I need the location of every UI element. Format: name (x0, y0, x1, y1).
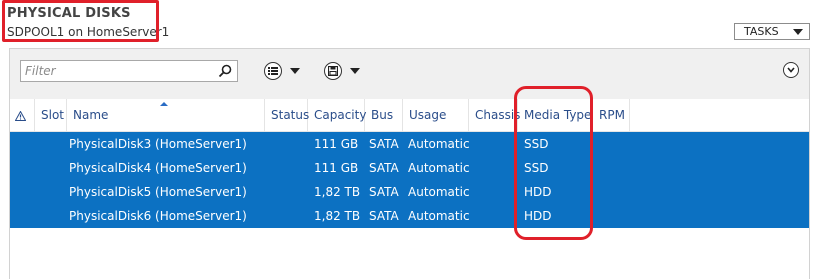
cell-bus: SATA (369, 185, 399, 199)
cell-usage: Automatic (408, 137, 470, 151)
col-media-type[interactable]: Media Type (518, 99, 593, 132)
col-capacity[interactable]: Capacity (308, 99, 366, 132)
cell-media-type: HDD (524, 185, 552, 199)
cell-name: PhysicalDisk3 (HomeServer1) (69, 137, 247, 151)
list-view-icon (264, 62, 282, 80)
cell-bus: SATA (369, 161, 399, 175)
cell-media-type: HDD (524, 209, 552, 223)
cell-usage: Automatic (408, 185, 470, 199)
cell-name: PhysicalDisk6 (HomeServer1) (69, 209, 247, 223)
expand-icon (787, 67, 795, 73)
tasks-button[interactable]: TASKS (734, 23, 810, 40)
save-icon (324, 62, 342, 80)
col-usage[interactable]: Usage (403, 99, 469, 132)
warning-icon (15, 111, 26, 121)
cell-bus: SATA (369, 137, 399, 151)
sort-ascending-icon (160, 102, 168, 106)
table-row[interactable]: PhysicalDisk3 (HomeServer1) 111 GB SATA … (10, 132, 809, 156)
table-row[interactable]: PhysicalDisk5 (HomeServer1) 1,82 TB SATA… (10, 180, 809, 204)
chevron-down-icon (290, 68, 300, 74)
cell-name: PhysicalDisk4 (HomeServer1) (69, 161, 247, 175)
disks-table: Slot Name Status Capacity Bus Usage Chas… (10, 99, 809, 280)
col-status[interactable]: Status (265, 99, 309, 132)
filter-input[interactable] (21, 61, 211, 81)
chevron-down-icon (350, 68, 360, 74)
cell-capacity: 111 GB (314, 161, 359, 175)
search-icon[interactable] (218, 64, 232, 78)
physical-disks-panel: Slot Name Status Capacity Bus Usage Chas… (9, 48, 810, 280)
header: PHYSICAL DISKS SDPOOL1 on HomeServer1 TA… (0, 0, 818, 48)
page-title: PHYSICAL DISKS (7, 6, 131, 21)
cell-usage: Automatic (408, 209, 470, 223)
cell-usage: Automatic (408, 161, 470, 175)
col-warning[interactable] (10, 99, 35, 132)
col-rpm[interactable]: RPM (593, 99, 630, 132)
chevron-down-icon (793, 28, 803, 35)
tasks-label: TASKS (744, 25, 779, 38)
col-chassis[interactable]: Chassis (469, 99, 520, 132)
page-subtitle: SDPOOL1 on HomeServer1 (7, 25, 170, 39)
cell-media-type: SSD (524, 137, 549, 151)
table-header: Slot Name Status Capacity Bus Usage Chas… (10, 99, 809, 132)
cell-media-type: SSD (524, 161, 549, 175)
table-row[interactable]: PhysicalDisk6 (HomeServer1) 1,82 TB SATA… (10, 204, 809, 228)
cell-capacity: 1,82 TB (314, 185, 361, 199)
expand-button[interactable] (783, 62, 799, 78)
col-slot[interactable]: Slot (35, 99, 67, 132)
cell-name: PhysicalDisk5 (HomeServer1) (69, 185, 247, 199)
cell-capacity: 1,82 TB (314, 209, 361, 223)
col-bus[interactable]: Bus (365, 99, 403, 132)
filter-box[interactable] (20, 60, 238, 82)
cell-bus: SATA (369, 209, 399, 223)
save-options-button[interactable] (324, 61, 360, 81)
table-row[interactable]: PhysicalDisk4 (HomeServer1) 111 GB SATA … (10, 156, 809, 180)
view-options-button[interactable] (264, 61, 300, 81)
cell-capacity: 111 GB (314, 137, 359, 151)
